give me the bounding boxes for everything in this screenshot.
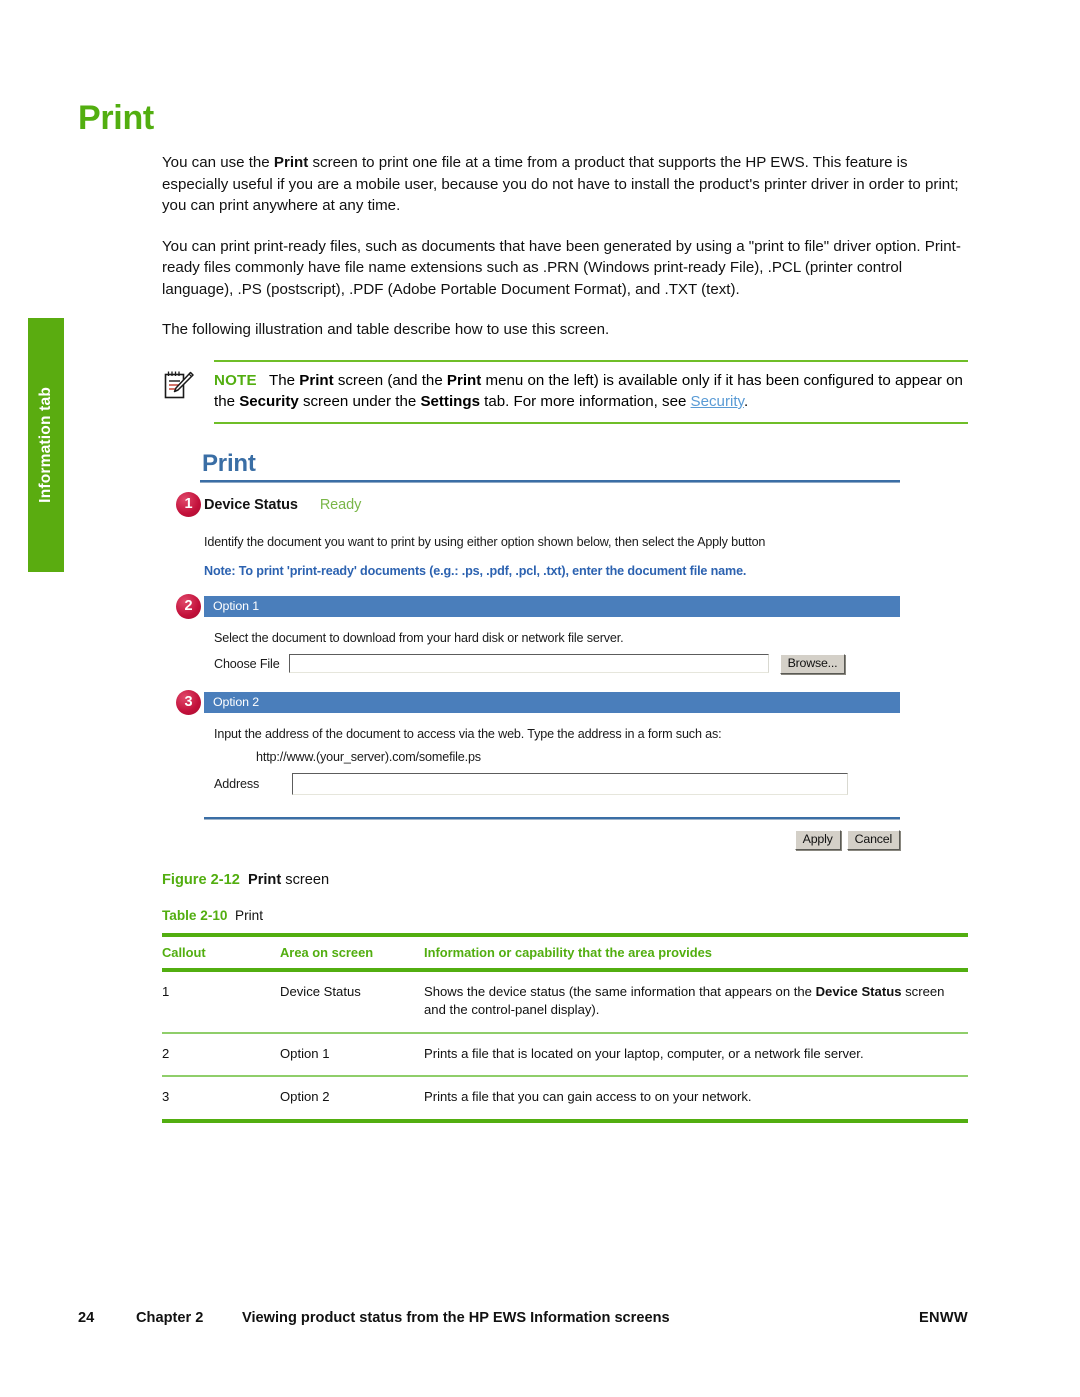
intro-paragraph-3: The following illustration and table des…: [162, 321, 610, 338]
ews-note-text: Note: To print 'print-ready' documents (…: [204, 563, 747, 578]
ews-title-rule: [200, 479, 900, 483]
choose-file-input[interactable]: [288, 654, 769, 673]
browse-button[interactable]: Browse...: [779, 653, 846, 674]
option1-description: Select the document to download from you…: [214, 630, 624, 645]
ews-print-screen-figure: Print 1 Device Status Ready Identify the…: [176, 449, 900, 850]
device-status-row: 1 Device Status Ready: [176, 492, 900, 518]
ews-instruction-text: Identify the document you want to print …: [204, 534, 766, 549]
table-caption: Table 2-10 Print: [162, 908, 968, 923]
page-content: You can use the Print screen to print on…: [162, 152, 968, 1123]
footer-chapter: Chapter 2: [136, 1310, 204, 1326]
note-text: NOTE The Print screen (and the Print men…: [214, 371, 963, 411]
choose-file-row: Choose File Browse...: [214, 653, 900, 674]
address-input[interactable]: [292, 772, 848, 795]
footer-locale: ENWW: [918, 1310, 968, 1326]
table-cell-info: Prints a file that you can gain access t…: [424, 1076, 968, 1123]
table-cell-callout: 1: [162, 969, 280, 1034]
table-header-callout: Callout: [162, 932, 280, 972]
option2-header-label: Option 2: [213, 695, 260, 709]
table-header-info: Information or capability that the area …: [424, 932, 968, 972]
apply-button[interactable]: Apply: [794, 829, 841, 850]
table-row: 1 Device Status Shows the device status …: [162, 969, 968, 1034]
callout-badge-2: 2: [176, 593, 201, 619]
choose-file-label: Choose File: [214, 656, 280, 671]
ews-footer-rule: [204, 816, 900, 820]
option1-header-bar: 2 Option 1: [176, 593, 900, 619]
table-header-row: Callout Area on screen Information or ca…: [162, 932, 968, 972]
device-status-value: Ready: [319, 496, 362, 513]
option1-header-label: Option 1: [213, 599, 260, 613]
table-cell-info: Shows the device status (the same inform…: [424, 969, 968, 1034]
table-caption-lead: Table 2-10: [162, 907, 228, 923]
cancel-button[interactable]: Cancel: [846, 829, 900, 850]
footer-title: Viewing product status from the HP EWS I…: [242, 1310, 670, 1326]
note-callout: NOTE The Print screen (and the Print men…: [162, 359, 968, 424]
table-row: 3 Option 2 Prints a file that you can ga…: [162, 1076, 968, 1123]
table-body: 1 Device Status Shows the device status …: [162, 969, 968, 1123]
ews-screen-title: Print: [202, 449, 256, 477]
figure-caption-rest: screen: [281, 871, 330, 888]
device-status-label: Device Status: [204, 496, 298, 513]
security-link[interactable]: Security: [691, 393, 744, 410]
table-caption-rest: Print: [235, 907, 263, 923]
footer-page-number: 24: [78, 1310, 95, 1326]
option2-body: Input the address of the document to acc…: [204, 727, 900, 795]
table-row: 2 Option 1 Prints a file that is located…: [162, 1032, 968, 1077]
ews-action-buttons: Apply Cancel: [200, 829, 900, 850]
table-cell-callout: 2: [162, 1032, 280, 1077]
table-cell-area: Option 2: [280, 1076, 424, 1123]
callout-badge-1: 1: [176, 492, 201, 517]
table-cell-area: Option 1: [280, 1032, 424, 1077]
option2-description: Input the address of the document to acc…: [214, 726, 722, 741]
intro-paragraph-1: You can use the Print screen to print on…: [162, 154, 959, 214]
callout-badge-3: 3: [176, 689, 201, 715]
table-header-area: Area on screen: [280, 932, 424, 972]
callout-table: Callout Area on screen Information or ca…: [162, 932, 968, 1123]
note-label: NOTE: [214, 371, 257, 389]
row1-info-b: Device Status: [815, 983, 902, 999]
option2-url-sample: http://www.(your_server).com/somefile.ps: [256, 749, 481, 764]
figure-caption-lead: Figure 2-12: [162, 871, 240, 888]
option2-header-bar: 3 Option 2: [176, 689, 900, 715]
figure-caption-bold: Print: [247, 871, 282, 888]
address-row: Address: [214, 772, 900, 795]
page-footer: 24 Chapter 2 Viewing product status from…: [78, 1310, 968, 1326]
note-bottom-rule: [214, 421, 968, 424]
note-pencil-icon: [164, 371, 194, 398]
option1-body: Select the document to download from you…: [204, 631, 900, 674]
row1-info-a: Shows the device status (the same inform…: [424, 983, 816, 999]
table-cell-info: Prints a file that is located on your la…: [424, 1032, 968, 1077]
table-cell-callout: 3: [162, 1076, 280, 1123]
table-cell-area: Device Status: [280, 969, 424, 1034]
figure-caption: Figure 2-12 Print screen: [162, 872, 968, 888]
intro-paragraph-2: You can print print-ready files, such as…: [162, 237, 961, 298]
address-label: Address: [214, 776, 260, 791]
information-tab-marker: Information tab: [28, 318, 64, 572]
table-head: Callout Area on screen Information or ca…: [162, 932, 968, 972]
page-title: Print: [78, 99, 154, 137]
information-tab-label: Information tab: [37, 387, 54, 503]
